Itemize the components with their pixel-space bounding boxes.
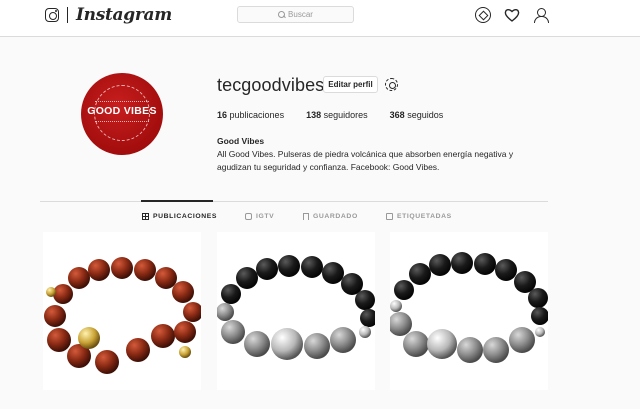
- compass-icon[interactable]: [475, 7, 491, 23]
- post-thumbnail-lion-bracelet[interactable]: [217, 232, 375, 390]
- tab-etiquetadas[interactable]: ETIQUETADAS: [386, 213, 452, 220]
- stat-posts-label: publicaciones: [229, 110, 285, 120]
- instagram-wordmark[interactable]: Instagram: [76, 5, 172, 25]
- avatar-text: GOOD VIBES: [87, 105, 157, 117]
- stat-followers-count: 138: [306, 110, 322, 120]
- avatar-dotted-line: [95, 101, 149, 102]
- instagram-glyph-icon[interactable]: [45, 8, 59, 22]
- post-thumbnail-red-bracelet[interactable]: [43, 232, 201, 390]
- tabs-divider: [40, 201, 548, 202]
- bio-line: agudizan tu seguridad y confianza. Faceb…: [217, 162, 440, 172]
- stat-following-label: seguidos: [407, 110, 444, 120]
- bio-line: All Good Vibes. Pulseras de piedra volcá…: [217, 149, 514, 159]
- tab-label: ETIQUETADAS: [397, 213, 452, 220]
- stat-following-count: 368: [389, 110, 405, 120]
- tab-label: GUARDADO: [313, 213, 358, 220]
- search-placeholder: Buscar: [288, 10, 313, 19]
- edit-profile-button[interactable]: Editar perfil: [323, 76, 378, 93]
- stat-followers-label: seguidores: [323, 110, 368, 120]
- grid-icon: [142, 213, 149, 220]
- logo-divider: [67, 7, 68, 23]
- tab-guardado[interactable]: GUARDADO: [303, 213, 358, 220]
- red-bracelet-image: [44, 257, 201, 374]
- bio-name: Good Vibes: [217, 136, 265, 146]
- avatar[interactable]: GOOD VIBES: [81, 73, 163, 155]
- post-thumbnail-spartan-bracelet[interactable]: [390, 232, 548, 390]
- search-icon: [278, 11, 286, 18]
- top-navigation-bar: Instagram Buscar: [0, 0, 640, 37]
- tab-igtv[interactable]: IGTV: [245, 213, 274, 220]
- settings-gear-icon[interactable]: [385, 78, 398, 91]
- stat-posts-count: 16: [217, 110, 228, 120]
- stat-posts: 16 publicaciones: [217, 110, 284, 120]
- stat-following[interactable]: 368 seguidos: [390, 110, 444, 120]
- avatar-dotted-line: [95, 121, 149, 122]
- active-tab-indicator: [141, 200, 213, 202]
- bookmark-icon: [303, 213, 309, 220]
- profile-username: tecgoodvibes: [217, 75, 325, 95]
- heart-icon[interactable]: [504, 7, 520, 23]
- profile-bio: Good Vibes All Good Vibes. Pulseras de p…: [217, 135, 547, 174]
- tag-icon: [386, 213, 393, 220]
- tab-publicaciones[interactable]: PUBLICACIONES: [142, 213, 217, 220]
- tv-icon: [245, 213, 252, 220]
- spartan-bracelet-image: [390, 252, 548, 363]
- stat-followers[interactable]: 138 seguidores: [306, 110, 368, 120]
- tab-label: PUBLICACIONES: [153, 213, 218, 220]
- person-icon[interactable]: [533, 7, 549, 23]
- profile-stats: 16 publicaciones 138 seguidores 368 segu…: [217, 110, 465, 120]
- lion-bracelet-image: [217, 255, 375, 360]
- search-input[interactable]: Buscar: [237, 6, 354, 23]
- tab-label: IGTV: [256, 213, 275, 220]
